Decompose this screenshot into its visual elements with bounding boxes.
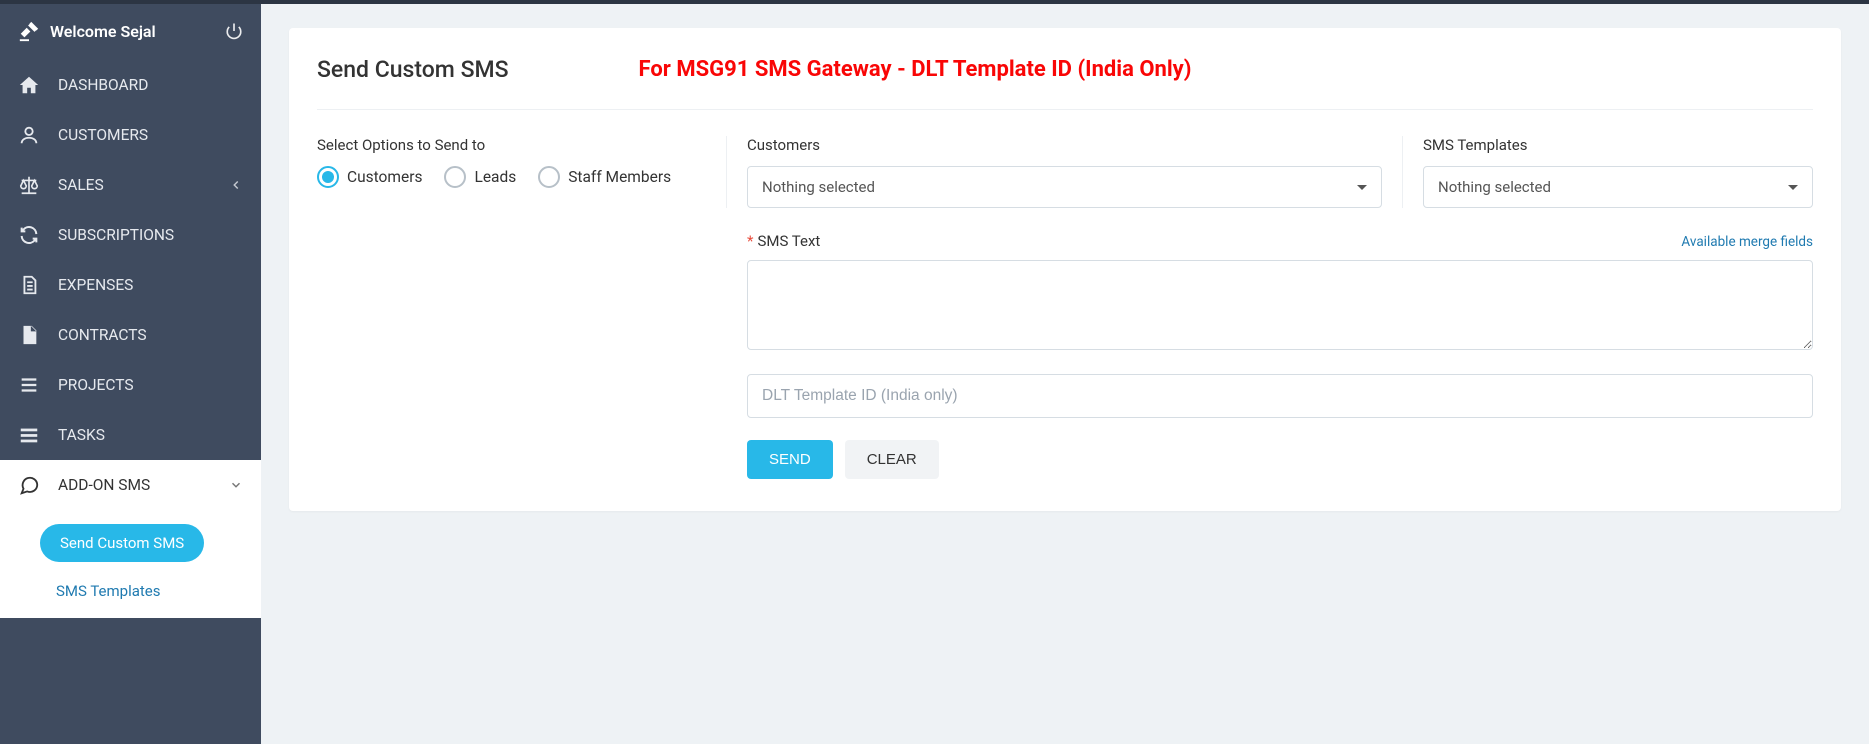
send-button[interactable]: SEND: [747, 440, 833, 479]
column-templates: SMS Templates Nothing selected: [1403, 136, 1813, 208]
radio-leads[interactable]: Leads: [444, 166, 516, 188]
nav-label: TASKS: [58, 426, 243, 444]
card-header: Send Custom SMS For MSG91 SMS Gateway - …: [317, 56, 1813, 110]
main-content: Send Custom SMS For MSG91 SMS Gateway - …: [261, 4, 1869, 744]
document-icon: [18, 274, 40, 296]
gavel-icon: [18, 20, 40, 42]
list-icon: [18, 374, 40, 396]
templates-select[interactable]: Nothing selected: [1423, 166, 1813, 208]
chevron-left-icon: [229, 178, 243, 192]
chevron-down-icon: [229, 478, 243, 492]
nav-label: SUBSCRIPTIONS: [58, 226, 243, 244]
sidebar-item-tasks[interactable]: TASKS: [0, 410, 261, 460]
sms-label-row: *SMS Text Available merge fields: [747, 232, 1813, 250]
templates-label: SMS Templates: [1423, 136, 1813, 154]
customers-select[interactable]: Nothing selected: [747, 166, 1382, 208]
page-title: Send Custom SMS: [317, 56, 509, 83]
radio-customers[interactable]: Customers: [317, 166, 422, 188]
sidebar-item-projects[interactable]: PROJECTS: [0, 360, 261, 410]
tasks-icon: [18, 424, 40, 446]
nav-label: DASHBOARD: [58, 76, 243, 94]
merge-fields-link[interactable]: Available merge fields: [1681, 234, 1813, 250]
user-icon: [18, 124, 40, 146]
submenu-sms-templates[interactable]: SMS Templates: [0, 572, 261, 618]
row-sms-body: *SMS Text Available merge fields SEND CL…: [317, 232, 1813, 479]
sidebar-item-subscriptions[interactable]: SUBSCRIPTIONS: [0, 210, 261, 260]
sidebar-item-addon-sms[interactable]: ADD-ON SMS: [0, 460, 261, 510]
radio-label: Staff Members: [568, 168, 671, 186]
file-icon: [18, 324, 40, 346]
welcome-row: Welcome Sejal: [0, 4, 261, 60]
select-value: Nothing selected: [1438, 178, 1551, 196]
customers-label: Customers: [747, 136, 1382, 154]
radio-staff[interactable]: Staff Members: [538, 166, 671, 188]
gateway-warning: For MSG91 SMS Gateway - DLT Template ID …: [639, 57, 1192, 82]
dlt-template-input[interactable]: [747, 374, 1813, 418]
sidebar-item-customers[interactable]: CUSTOMERS: [0, 110, 261, 160]
nav-label: CONTRACTS: [58, 326, 243, 344]
caret-down-icon: [1357, 185, 1367, 190]
home-icon: [18, 74, 40, 96]
clear-button[interactable]: CLEAR: [845, 440, 939, 479]
sidebar: Welcome Sejal DASHBOARD CUSTOMERS SALES: [0, 4, 261, 744]
select-value: Nothing selected: [762, 178, 875, 196]
caret-down-icon: [1788, 185, 1798, 190]
power-icon[interactable]: [225, 22, 243, 40]
nav-label: EXPENSES: [58, 276, 243, 294]
required-star: *: [747, 232, 753, 250]
column-customers: Customers Nothing selected: [727, 136, 1403, 208]
nav-label: SALES: [58, 176, 211, 194]
welcome-text: Welcome Sejal: [50, 22, 215, 41]
column-send-options: Select Options to Send to Customers Lead…: [317, 136, 727, 208]
sidebar-item-dashboard[interactable]: DASHBOARD: [0, 60, 261, 110]
sidebar-item-sales[interactable]: SALES: [0, 160, 261, 210]
nav-label: ADD-ON SMS: [58, 476, 211, 494]
sidebar-item-contracts[interactable]: CONTRACTS: [0, 310, 261, 360]
sidebar-submenu: ADD-ON SMS Send Custom SMS SMS Templates: [0, 460, 261, 618]
radio-label: Leads: [474, 168, 516, 186]
card: Send Custom SMS For MSG91 SMS Gateway - …: [289, 28, 1841, 511]
radio-group-send-to: Customers Leads Staff Members: [317, 166, 706, 188]
sidebar-item-expenses[interactable]: EXPENSES: [0, 260, 261, 310]
form-columns: Select Options to Send to Customers Lead…: [317, 136, 1813, 208]
nav-label: CUSTOMERS: [58, 126, 243, 144]
sms-text-label: *SMS Text: [747, 232, 820, 250]
balance-icon: [18, 174, 40, 196]
refresh-icon: [18, 224, 40, 246]
chat-icon: [18, 474, 40, 496]
select-options-label: Select Options to Send to: [317, 136, 706, 154]
radio-label: Customers: [347, 168, 422, 186]
nav-label: PROJECTS: [58, 376, 243, 394]
submenu-send-custom-sms[interactable]: Send Custom SMS: [40, 524, 204, 562]
button-row: SEND CLEAR: [747, 440, 1813, 479]
sms-text-input[interactable]: [747, 260, 1813, 350]
submenu-active-wrap: Send Custom SMS: [0, 510, 261, 572]
